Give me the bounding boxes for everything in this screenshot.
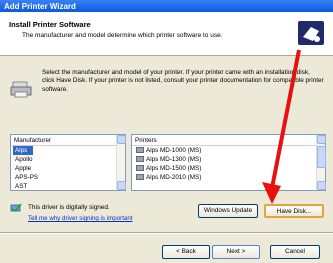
cancel-button[interactable]: Cancel bbox=[270, 245, 320, 259]
printer-model: Alps MD-1500 (MS) bbox=[146, 165, 202, 172]
printer-icon bbox=[136, 156, 144, 162]
scroll-down-icon[interactable] bbox=[317, 181, 326, 190]
printer-item[interactable]: Alps MD-1500 (MS) bbox=[132, 164, 325, 173]
printer-model: Alps MD-2010 (MS) bbox=[146, 174, 202, 181]
signed-driver-icon bbox=[10, 203, 22, 212]
manufacturer-item[interactable]: Apollo bbox=[11, 155, 125, 164]
scroll-up-icon[interactable] bbox=[117, 135, 126, 144]
printer-icon bbox=[136, 174, 144, 180]
printer-model: Alps MD-1300 (MS) bbox=[146, 156, 202, 163]
manufacturer-item[interactable]: AST bbox=[11, 182, 125, 191]
back-button[interactable]: < Back bbox=[162, 245, 210, 259]
printers-header: Printers bbox=[132, 135, 325, 146]
manufacturer-list[interactable]: Manufacturer Alps Apollo Apple APS-PS AS… bbox=[10, 134, 126, 191]
printer-icon bbox=[136, 147, 144, 153]
manufacturer-item[interactable]: Alps bbox=[13, 146, 33, 155]
scroll-thumb[interactable] bbox=[317, 146, 326, 168]
manufacturer-scrollbar[interactable] bbox=[116, 135, 126, 190]
intro-text: Select the manufacturer and model of you… bbox=[42, 69, 324, 93]
printer-model: Alps MD-1000 (MS) bbox=[146, 147, 202, 154]
printer-disk-icon bbox=[10, 81, 32, 98]
printer-item[interactable]: Alps MD-1300 (MS) bbox=[132, 155, 325, 164]
manufacturer-item[interactable]: Apple bbox=[11, 164, 125, 173]
manufacturer-header: Manufacturer bbox=[11, 135, 125, 146]
printer-logo-icon bbox=[298, 21, 324, 45]
printers-scrollbar[interactable] bbox=[316, 135, 326, 190]
windows-update-button[interactable]: Windows Update bbox=[198, 204, 258, 218]
next-button[interactable]: Next > bbox=[212, 245, 260, 259]
scroll-up-icon[interactable] bbox=[317, 135, 326, 144]
printers-list[interactable]: Printers Alps MD-1000 (MS) Alps MD-1300 … bbox=[131, 134, 326, 191]
footer-divider bbox=[0, 232, 333, 234]
printer-item[interactable]: Alps MD-1000 (MS) bbox=[132, 146, 325, 155]
driver-signing-link[interactable]: Tell me why driver signing is important bbox=[28, 215, 133, 222]
window-title: Add Printer Wizard bbox=[0, 0, 333, 12]
manufacturer-item[interactable]: APS-PS bbox=[11, 173, 125, 182]
add-printer-wizard-window: Add Printer Wizard Install Printer Softw… bbox=[0, 0, 333, 263]
have-disk-button[interactable]: Have Disk... bbox=[264, 204, 324, 218]
page-title: Install Printer Software bbox=[9, 20, 91, 29]
printer-icon bbox=[136, 165, 144, 171]
page-subtitle: The manufacturer and model determine whi… bbox=[22, 32, 223, 39]
scroll-down-icon[interactable] bbox=[117, 181, 126, 190]
driver-signed-text: This driver is digitally signed. bbox=[28, 204, 110, 211]
wizard-header: Install Printer Software The manufacture… bbox=[0, 12, 333, 56]
printer-item[interactable]: Alps MD-2010 (MS) bbox=[132, 173, 325, 182]
